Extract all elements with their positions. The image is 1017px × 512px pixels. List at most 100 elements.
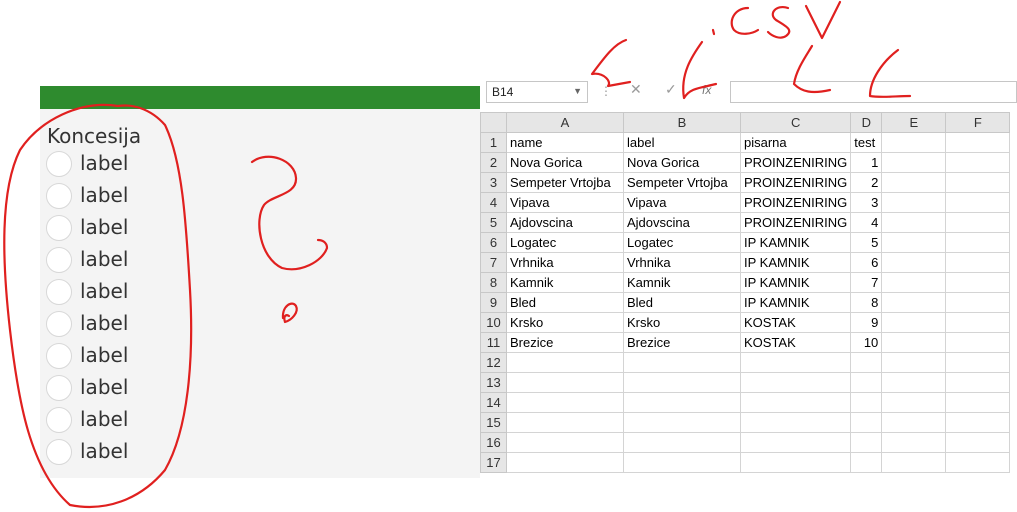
- sheet-cell[interactable]: [739, 352, 852, 373]
- sheet-cell[interactable]: [850, 412, 883, 433]
- sheet-cell[interactable]: [945, 292, 1011, 313]
- column-header[interactable]: D: [850, 112, 883, 133]
- name-box[interactable]: B14 ▼: [486, 81, 588, 103]
- sheet-cell[interactable]: [945, 452, 1011, 473]
- row-header[interactable]: 17: [480, 452, 507, 473]
- sheet-cell[interactable]: [945, 192, 1011, 213]
- sheet-cell[interactable]: Vrhnika: [506, 252, 624, 273]
- insert-function-icon[interactable]: fx: [702, 83, 711, 97]
- row-header[interactable]: 13: [480, 372, 507, 393]
- radio-button[interactable]: [46, 311, 72, 337]
- sheet-cell[interactable]: [881, 452, 947, 473]
- sheet-cell[interactable]: PROINZENIRING: [739, 152, 852, 173]
- sheet-cell[interactable]: Brezice: [506, 332, 624, 353]
- row-header[interactable]: 14: [480, 392, 507, 413]
- sheet-cell[interactable]: [623, 432, 741, 453]
- column-header[interactable]: F: [945, 112, 1011, 133]
- radio-button[interactable]: [46, 407, 72, 433]
- sheet-cell[interactable]: [739, 372, 852, 393]
- row-header[interactable]: 2: [480, 152, 507, 173]
- chevron-down-icon[interactable]: ▼: [573, 86, 582, 96]
- row-header[interactable]: 9: [480, 292, 507, 313]
- sheet-cell[interactable]: [881, 332, 947, 353]
- sheet-cell[interactable]: [623, 372, 741, 393]
- sheet-cell[interactable]: [881, 432, 947, 453]
- sheet-cell[interactable]: [739, 392, 852, 413]
- sheet-cell[interactable]: [506, 352, 624, 373]
- radio-button[interactable]: [46, 247, 72, 273]
- sheet-cell[interactable]: Krsko: [623, 312, 741, 333]
- sheet-cell[interactable]: [945, 212, 1011, 233]
- sheet-cell[interactable]: PROINZENIRING: [739, 192, 852, 213]
- sheet-cell[interactable]: Vipava: [506, 192, 624, 213]
- sheet-cell[interactable]: [945, 332, 1011, 353]
- radio-button[interactable]: [46, 343, 72, 369]
- radio-button[interactable]: [46, 183, 72, 209]
- sheet-cell[interactable]: Ajdovscina: [506, 212, 624, 233]
- sheet-cell[interactable]: [881, 232, 947, 253]
- sheet-cell[interactable]: label: [623, 132, 741, 153]
- sheet-cell[interactable]: [881, 252, 947, 273]
- sheet-cell[interactable]: 2: [850, 172, 883, 193]
- radio-option[interactable]: label: [46, 277, 166, 309]
- column-header[interactable]: B: [623, 112, 741, 133]
- sheet-cell[interactable]: 6: [850, 252, 883, 273]
- row-header[interactable]: 16: [480, 432, 507, 453]
- sheet-cell[interactable]: Nova Gorica: [623, 152, 741, 173]
- sheet-cell[interactable]: [945, 352, 1011, 373]
- sheet-cell[interactable]: [881, 132, 947, 153]
- sheet-cell[interactable]: Vrhnika: [623, 252, 741, 273]
- select-all-corner[interactable]: [480, 112, 507, 133]
- sheet-cell[interactable]: Brezice: [623, 332, 741, 353]
- sheet-cell[interactable]: [881, 312, 947, 333]
- sheet-cell[interactable]: [739, 412, 852, 433]
- sheet-cell[interactable]: [945, 172, 1011, 193]
- radio-button[interactable]: [46, 279, 72, 305]
- radio-option[interactable]: label: [46, 309, 166, 341]
- sheet-cell[interactable]: Logatec: [506, 232, 624, 253]
- sheet-cell[interactable]: 1: [850, 152, 883, 173]
- radio-option[interactable]: label: [46, 373, 166, 405]
- sheet-cell[interactable]: KOSTAK: [739, 332, 852, 353]
- sheet-cell[interactable]: [506, 372, 624, 393]
- row-header[interactable]: 5: [480, 212, 507, 233]
- row-header[interactable]: 6: [480, 232, 507, 253]
- sheet-cell[interactable]: [739, 432, 852, 453]
- row-header[interactable]: 4: [480, 192, 507, 213]
- sheet-cell[interactable]: Nova Gorica: [506, 152, 624, 173]
- radio-option[interactable]: label: [46, 341, 166, 373]
- sheet-cell[interactable]: Ajdovscina: [623, 212, 741, 233]
- radio-button[interactable]: [46, 151, 72, 177]
- enter-icon[interactable]: ✓: [665, 81, 677, 98]
- sheet-cell[interactable]: [945, 312, 1011, 333]
- sheet-cell[interactable]: IP KAMNIK: [739, 232, 852, 253]
- sheet-cell[interactable]: [881, 192, 947, 213]
- row-header[interactable]: 15: [480, 412, 507, 433]
- sheet-cell[interactable]: [850, 352, 883, 373]
- sheet-cell[interactable]: Krsko: [506, 312, 624, 333]
- sheet-cell[interactable]: IP KAMNIK: [739, 292, 852, 313]
- sheet-cell[interactable]: Logatec: [623, 232, 741, 253]
- sheet-cell[interactable]: Sempeter Vrtojba: [623, 172, 741, 193]
- sheet-cell[interactable]: test: [850, 132, 883, 153]
- radio-option[interactable]: label: [46, 437, 166, 469]
- sheet-cell[interactable]: [850, 372, 883, 393]
- sheet-cell[interactable]: [945, 392, 1011, 413]
- sheet-cell[interactable]: [623, 392, 741, 413]
- sheet-cell[interactable]: 9: [850, 312, 883, 333]
- row-header[interactable]: 12: [480, 352, 507, 373]
- sheet-cell[interactable]: [506, 432, 624, 453]
- sheet-cell[interactable]: PROINZENIRING: [739, 212, 852, 233]
- sheet-cell[interactable]: [945, 152, 1011, 173]
- sheet-cell[interactable]: [506, 392, 624, 413]
- column-header[interactable]: C: [739, 112, 852, 133]
- sheet-cell[interactable]: Sempeter Vrtojba: [506, 172, 624, 193]
- sheet-cell[interactable]: 3: [850, 192, 883, 213]
- sheet-cell[interactable]: [623, 412, 741, 433]
- sheet-cell[interactable]: KOSTAK: [739, 312, 852, 333]
- sheet-cell[interactable]: 4: [850, 212, 883, 233]
- sheet-cell[interactable]: [881, 152, 947, 173]
- radio-option[interactable]: label: [46, 181, 166, 213]
- sheet-cell[interactable]: [881, 172, 947, 193]
- sheet-cell[interactable]: Bled: [623, 292, 741, 313]
